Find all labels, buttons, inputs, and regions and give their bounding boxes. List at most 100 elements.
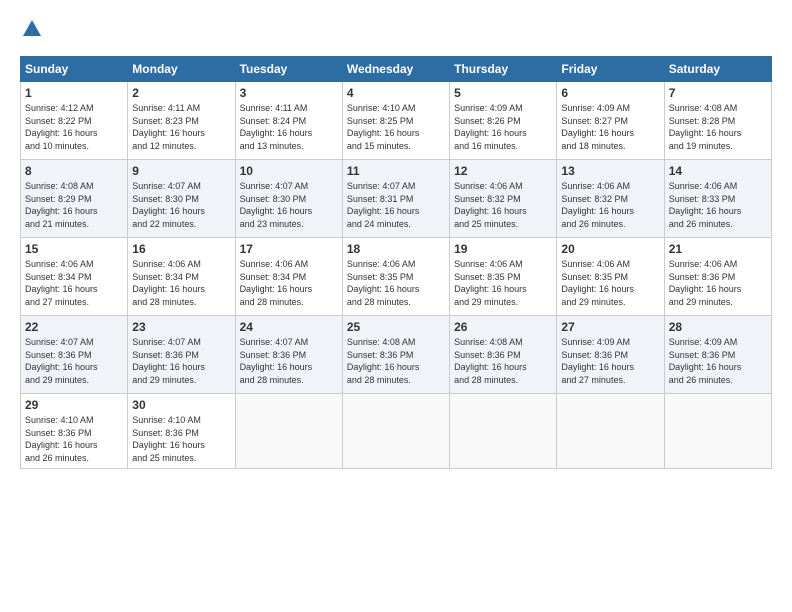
day-info: Sunrise: 4:06 AMSunset: 8:32 PMDaylight:… <box>561 181 634 229</box>
day-number: 22 <box>25 320 123 334</box>
day-info: Sunrise: 4:06 AMSunset: 8:36 PMDaylight:… <box>669 259 742 307</box>
logo-text <box>20 18 43 46</box>
calendar-day-cell: 24 Sunrise: 4:07 AMSunset: 8:36 PMDaylig… <box>235 316 342 394</box>
calendar-day-cell <box>664 394 771 469</box>
calendar-day-cell: 2 Sunrise: 4:11 AMSunset: 8:23 PMDayligh… <box>128 82 235 160</box>
calendar-day-cell <box>557 394 664 469</box>
weekday-header: Saturday <box>664 57 771 82</box>
day-number: 2 <box>132 86 230 100</box>
calendar-week-row: 8 Sunrise: 4:08 AMSunset: 8:29 PMDayligh… <box>21 160 772 238</box>
calendar-day-cell: 5 Sunrise: 4:09 AMSunset: 8:26 PMDayligh… <box>450 82 557 160</box>
day-number: 25 <box>347 320 445 334</box>
calendar-day-cell: 16 Sunrise: 4:06 AMSunset: 8:34 PMDaylig… <box>128 238 235 316</box>
calendar-week-row: 22 Sunrise: 4:07 AMSunset: 8:36 PMDaylig… <box>21 316 772 394</box>
calendar-day-cell: 12 Sunrise: 4:06 AMSunset: 8:32 PMDaylig… <box>450 160 557 238</box>
day-number: 1 <box>25 86 123 100</box>
day-info: Sunrise: 4:07 AMSunset: 8:36 PMDaylight:… <box>240 337 313 385</box>
day-number: 12 <box>454 164 552 178</box>
day-info: Sunrise: 4:06 AMSunset: 8:34 PMDaylight:… <box>132 259 205 307</box>
day-info: Sunrise: 4:08 AMSunset: 8:29 PMDaylight:… <box>25 181 98 229</box>
logo <box>20 18 43 46</box>
day-number: 4 <box>347 86 445 100</box>
calendar-day-cell: 26 Sunrise: 4:08 AMSunset: 8:36 PMDaylig… <box>450 316 557 394</box>
calendar-day-cell: 19 Sunrise: 4:06 AMSunset: 8:35 PMDaylig… <box>450 238 557 316</box>
day-number: 28 <box>669 320 767 334</box>
page-header <box>20 18 772 46</box>
calendar-day-cell: 4 Sunrise: 4:10 AMSunset: 8:25 PMDayligh… <box>342 82 449 160</box>
day-number: 8 <box>25 164 123 178</box>
day-info: Sunrise: 4:09 AMSunset: 8:36 PMDaylight:… <box>561 337 634 385</box>
day-number: 18 <box>347 242 445 256</box>
calendar-body: 1 Sunrise: 4:12 AMSunset: 8:22 PMDayligh… <box>21 82 772 469</box>
day-number: 19 <box>454 242 552 256</box>
weekday-header: Sunday <box>21 57 128 82</box>
calendar-day-cell: 29 Sunrise: 4:10 AMSunset: 8:36 PMDaylig… <box>21 394 128 469</box>
weekday-header: Wednesday <box>342 57 449 82</box>
day-info: Sunrise: 4:10 AMSunset: 8:25 PMDaylight:… <box>347 103 420 151</box>
day-number: 9 <box>132 164 230 178</box>
day-number: 10 <box>240 164 338 178</box>
day-info: Sunrise: 4:12 AMSunset: 8:22 PMDaylight:… <box>25 103 98 151</box>
calendar-day-cell: 21 Sunrise: 4:06 AMSunset: 8:36 PMDaylig… <box>664 238 771 316</box>
logo-icon <box>21 18 43 40</box>
day-info: Sunrise: 4:06 AMSunset: 8:35 PMDaylight:… <box>347 259 420 307</box>
calendar-day-cell: 3 Sunrise: 4:11 AMSunset: 8:24 PMDayligh… <box>235 82 342 160</box>
day-info: Sunrise: 4:07 AMSunset: 8:36 PMDaylight:… <box>25 337 98 385</box>
weekday-header: Monday <box>128 57 235 82</box>
calendar-day-cell: 1 Sunrise: 4:12 AMSunset: 8:22 PMDayligh… <box>21 82 128 160</box>
day-info: Sunrise: 4:06 AMSunset: 8:33 PMDaylight:… <box>669 181 742 229</box>
calendar-day-cell <box>450 394 557 469</box>
day-number: 23 <box>132 320 230 334</box>
day-info: Sunrise: 4:08 AMSunset: 8:28 PMDaylight:… <box>669 103 742 151</box>
day-number: 21 <box>669 242 767 256</box>
day-number: 27 <box>561 320 659 334</box>
calendar-day-cell: 9 Sunrise: 4:07 AMSunset: 8:30 PMDayligh… <box>128 160 235 238</box>
day-number: 30 <box>132 398 230 412</box>
calendar-day-cell <box>342 394 449 469</box>
calendar-day-cell: 22 Sunrise: 4:07 AMSunset: 8:36 PMDaylig… <box>21 316 128 394</box>
calendar-day-cell: 8 Sunrise: 4:08 AMSunset: 8:29 PMDayligh… <box>21 160 128 238</box>
day-info: Sunrise: 4:09 AMSunset: 8:26 PMDaylight:… <box>454 103 527 151</box>
day-info: Sunrise: 4:06 AMSunset: 8:35 PMDaylight:… <box>561 259 634 307</box>
day-info: Sunrise: 4:06 AMSunset: 8:34 PMDaylight:… <box>240 259 313 307</box>
calendar-day-cell: 6 Sunrise: 4:09 AMSunset: 8:27 PMDayligh… <box>557 82 664 160</box>
day-number: 20 <box>561 242 659 256</box>
day-info: Sunrise: 4:06 AMSunset: 8:32 PMDaylight:… <box>454 181 527 229</box>
calendar-week-row: 29 Sunrise: 4:10 AMSunset: 8:36 PMDaylig… <box>21 394 772 469</box>
day-info: Sunrise: 4:08 AMSunset: 8:36 PMDaylight:… <box>347 337 420 385</box>
day-number: 6 <box>561 86 659 100</box>
weekday-header: Friday <box>557 57 664 82</box>
day-number: 26 <box>454 320 552 334</box>
day-info: Sunrise: 4:11 AMSunset: 8:23 PMDaylight:… <box>132 103 205 151</box>
calendar-day-cell: 25 Sunrise: 4:08 AMSunset: 8:36 PMDaylig… <box>342 316 449 394</box>
calendar-day-cell: 14 Sunrise: 4:06 AMSunset: 8:33 PMDaylig… <box>664 160 771 238</box>
calendar-day-cell: 18 Sunrise: 4:06 AMSunset: 8:35 PMDaylig… <box>342 238 449 316</box>
calendar-week-row: 15 Sunrise: 4:06 AMSunset: 8:34 PMDaylig… <box>21 238 772 316</box>
day-number: 13 <box>561 164 659 178</box>
day-info: Sunrise: 4:07 AMSunset: 8:36 PMDaylight:… <box>132 337 205 385</box>
day-info: Sunrise: 4:09 AMSunset: 8:36 PMDaylight:… <box>669 337 742 385</box>
weekday-header: Tuesday <box>235 57 342 82</box>
day-info: Sunrise: 4:07 AMSunset: 8:30 PMDaylight:… <box>240 181 313 229</box>
calendar-table: SundayMondayTuesdayWednesdayThursdayFrid… <box>20 56 772 469</box>
calendar-day-cell: 23 Sunrise: 4:07 AMSunset: 8:36 PMDaylig… <box>128 316 235 394</box>
calendar-day-cell: 7 Sunrise: 4:08 AMSunset: 8:28 PMDayligh… <box>664 82 771 160</box>
day-number: 24 <box>240 320 338 334</box>
calendar-day-cell: 20 Sunrise: 4:06 AMSunset: 8:35 PMDaylig… <box>557 238 664 316</box>
day-number: 29 <box>25 398 123 412</box>
day-info: Sunrise: 4:06 AMSunset: 8:35 PMDaylight:… <box>454 259 527 307</box>
calendar-day-cell: 10 Sunrise: 4:07 AMSunset: 8:30 PMDaylig… <box>235 160 342 238</box>
day-info: Sunrise: 4:11 AMSunset: 8:24 PMDaylight:… <box>240 103 313 151</box>
calendar-day-cell: 27 Sunrise: 4:09 AMSunset: 8:36 PMDaylig… <box>557 316 664 394</box>
calendar-day-cell: 28 Sunrise: 4:09 AMSunset: 8:36 PMDaylig… <box>664 316 771 394</box>
day-number: 5 <box>454 86 552 100</box>
day-info: Sunrise: 4:07 AMSunset: 8:31 PMDaylight:… <box>347 181 420 229</box>
day-number: 7 <box>669 86 767 100</box>
day-info: Sunrise: 4:08 AMSunset: 8:36 PMDaylight:… <box>454 337 527 385</box>
calendar-day-cell: 15 Sunrise: 4:06 AMSunset: 8:34 PMDaylig… <box>21 238 128 316</box>
day-info: Sunrise: 4:10 AMSunset: 8:36 PMDaylight:… <box>132 415 205 463</box>
calendar-day-cell: 17 Sunrise: 4:06 AMSunset: 8:34 PMDaylig… <box>235 238 342 316</box>
day-number: 3 <box>240 86 338 100</box>
calendar-day-cell <box>235 394 342 469</box>
calendar-day-cell: 11 Sunrise: 4:07 AMSunset: 8:31 PMDaylig… <box>342 160 449 238</box>
